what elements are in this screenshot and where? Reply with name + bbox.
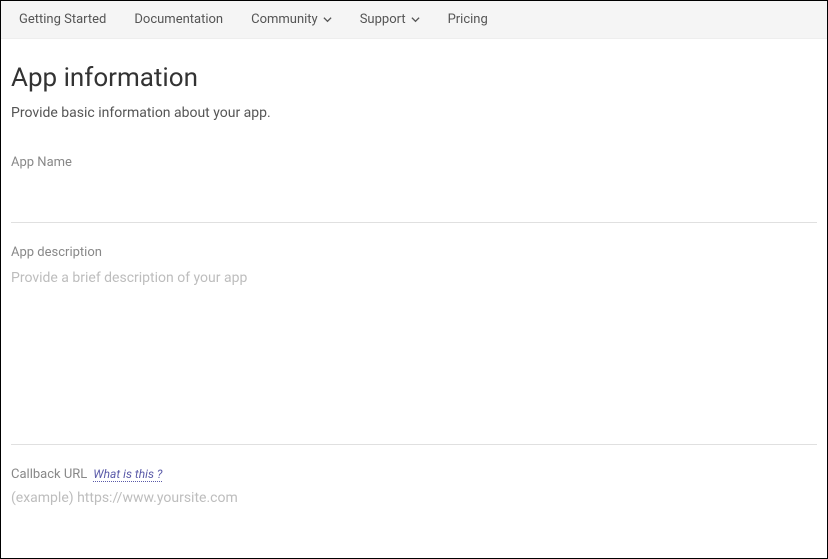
nav-getting-started[interactable]: Getting Started: [5, 1, 120, 38]
nav-support[interactable]: Support: [346, 1, 434, 38]
callback-url-input[interactable]: [11, 482, 817, 516]
nav-label: Community: [251, 12, 318, 27]
callback-url-field: Callback URL What is this ?: [11, 467, 817, 516]
chevron-down-icon: [323, 15, 332, 24]
app-name-label: App Name: [11, 155, 817, 170]
app-description-field: App description: [11, 245, 817, 445]
nav-label: Pricing: [448, 12, 488, 27]
app-name-field: App Name: [11, 155, 817, 223]
nav-label: Support: [360, 12, 406, 27]
nav-documentation[interactable]: Documentation: [120, 1, 237, 38]
chevron-down-icon: [411, 15, 420, 24]
top-nav: Getting Started Documentation Community …: [1, 1, 827, 39]
nav-label: Documentation: [134, 12, 223, 27]
nav-label: Getting Started: [19, 12, 106, 27]
nav-community[interactable]: Community: [237, 1, 346, 38]
app-description-input[interactable]: [11, 260, 817, 440]
page-title: App information: [11, 63, 817, 93]
callback-url-label: Callback URL: [11, 467, 87, 482]
page-subtitle: Provide basic information about your app…: [11, 105, 817, 121]
callback-help-link[interactable]: What is this ?: [93, 467, 162, 482]
content-area: App information Provide basic informatio…: [1, 39, 827, 548]
app-name-input[interactable]: [11, 170, 817, 222]
app-description-label: App description: [11, 245, 817, 260]
nav-pricing[interactable]: Pricing: [434, 1, 502, 38]
